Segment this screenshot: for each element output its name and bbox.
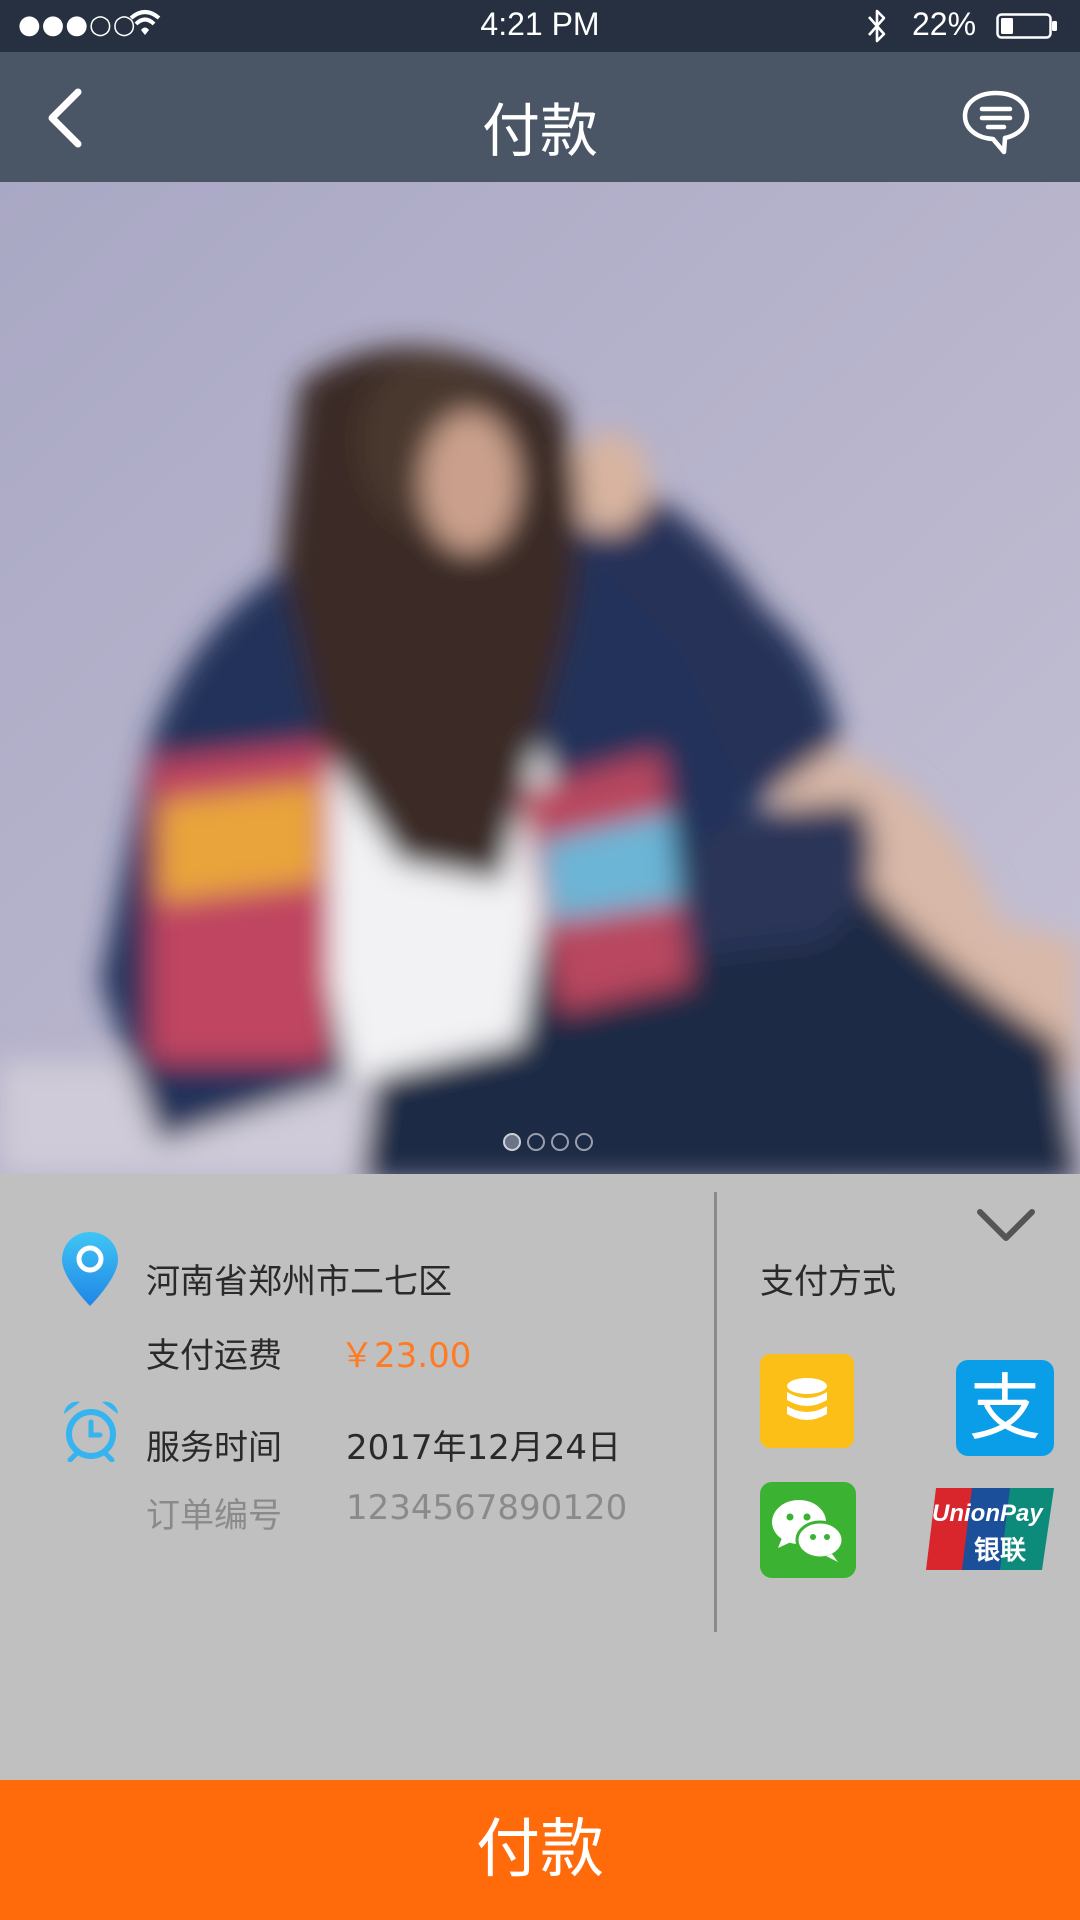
product-image-carousel[interactable] — [0, 182, 1080, 1174]
wechat-pay-icon[interactable] — [760, 1482, 856, 1578]
bluetooth-icon — [868, 9, 886, 43]
pay-button[interactable]: 付款 — [0, 1780, 1080, 1920]
chevron-down-icon[interactable] — [974, 1204, 1038, 1246]
alarm-clock-icon — [64, 1401, 118, 1462]
unionpay-cn-label: 银联 — [974, 1536, 1027, 1566]
shipping-fee-label: 支付运费 — [146, 1336, 282, 1376]
message-bubble-icon[interactable] — [960, 88, 1032, 158]
page-title: 付款 — [481, 97, 598, 165]
unionpay-label: UnionPay — [932, 1500, 1043, 1527]
status-bar: ●●●○○ 4:21 PM 22% — [0, 0, 1080, 52]
carousel-page-indicator — [503, 1133, 593, 1151]
order-info-panel: 河南省郑州市二七区 支付运费 ￥23.00 服务时间 2017年12月24日 订… — [0, 1174, 1080, 1780]
vertical-divider — [714, 1192, 717, 1632]
unionpay-icon[interactable]: UnionPay 银联 — [926, 1488, 1054, 1570]
alipay-icon[interactable]: 支 — [956, 1360, 1054, 1456]
service-time-value: 2017年12月24日 — [346, 1428, 622, 1468]
coins-icon[interactable] — [760, 1354, 854, 1448]
location-pin-icon — [62, 1232, 118, 1306]
address-text: 河南省郑州市二七区 — [146, 1262, 452, 1302]
alipay-glyph: 支 — [968, 1366, 1041, 1450]
order-number-label: 订单编号 — [146, 1496, 282, 1536]
service-time-label: 服务时间 — [146, 1428, 282, 1468]
product-photo — [0, 182, 1080, 1174]
battery-icon — [996, 13, 1057, 39]
navigation-bar: 付款 — [0, 52, 1080, 182]
order-number-value: 1234567890120 — [346, 1488, 628, 1528]
payment-method-title: 支付方式 — [760, 1262, 896, 1302]
shipping-fee-value: ￥23.00 — [340, 1336, 472, 1376]
battery-percentage: 22% — [912, 6, 977, 42]
